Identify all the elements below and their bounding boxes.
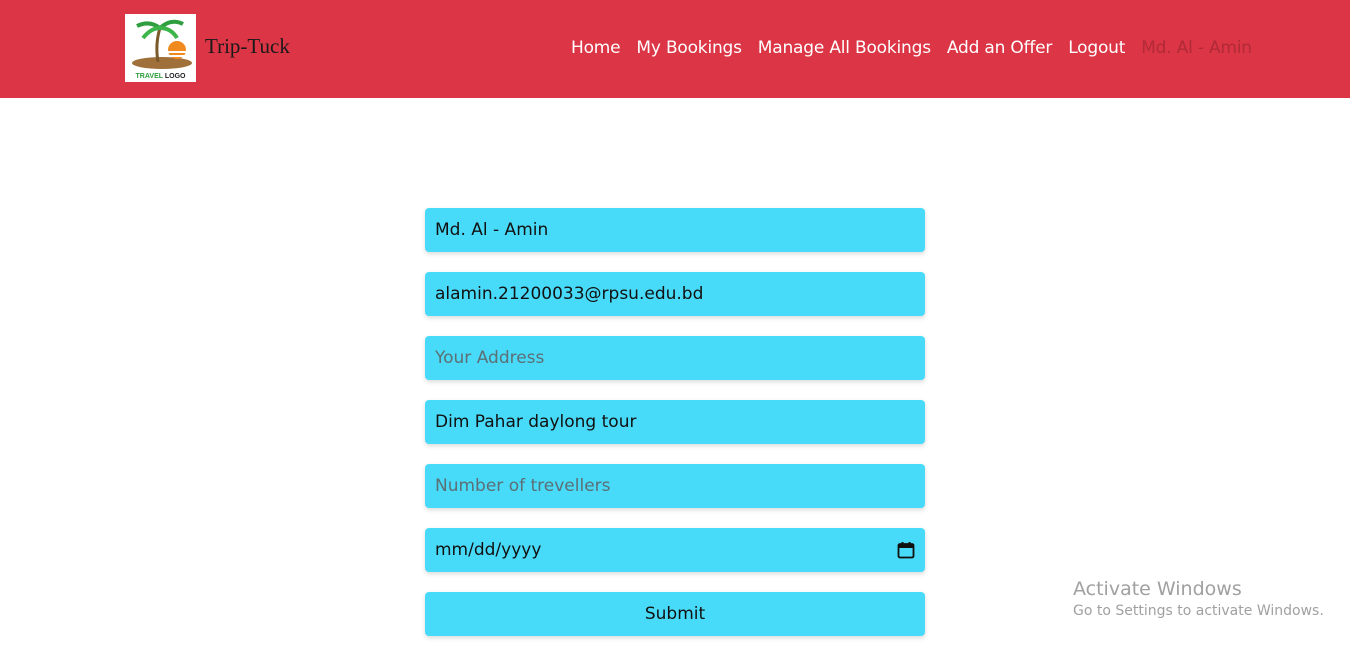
travel-logo[interactable]: TRAVEL LOGO <box>125 14 196 82</box>
user-name: Md. Al - Amin <box>1141 38 1252 58</box>
nav-links: Home My Bookings Manage All Bookings Add… <box>563 36 1260 60</box>
logo-caption: TRAVEL LOGO <box>125 73 196 80</box>
date-input[interactable]: mm/dd/yyyy <box>425 528 925 572</box>
nav-link-manage-all-bookings[interactable]: Manage All Bookings <box>750 38 939 58</box>
submit-button[interactable]: Submit <box>425 592 925 636</box>
windows-activation-watermark: Activate Windows Go to Settings to activ… <box>1073 578 1324 622</box>
logo-caption-logo: LOGO <box>164 73 186 80</box>
nav-link-home[interactable]: Home <box>563 38 628 58</box>
email-input[interactable] <box>425 272 925 316</box>
logo-caption-travel: TRAVEL <box>135 73 163 80</box>
date-placeholder: mm/dd/yyyy <box>435 540 542 560</box>
nav-link-logout[interactable]: Logout <box>1060 38 1133 58</box>
brand-name[interactable]: Trip-Tuck <box>205 34 290 59</box>
calendar-icon[interactable] <box>897 541 915 559</box>
palm-tree-logo-icon <box>132 19 192 69</box>
tour-input[interactable] <box>425 400 925 444</box>
booking-form: mm/dd/yyyy Submit <box>425 208 925 636</box>
nav-link-add-offer[interactable]: Add an Offer <box>939 38 1060 58</box>
name-input[interactable] <box>425 208 925 252</box>
navbar: TRAVEL LOGO Trip-Tuck Home My Bookings M… <box>0 0 1350 98</box>
travellers-input[interactable] <box>425 464 925 508</box>
watermark-subtitle: Go to Settings to activate Windows. <box>1073 603 1324 619</box>
nav-link-my-bookings[interactable]: My Bookings <box>628 38 749 58</box>
address-input[interactable] <box>425 336 925 380</box>
watermark-title: Activate Windows <box>1073 578 1242 600</box>
